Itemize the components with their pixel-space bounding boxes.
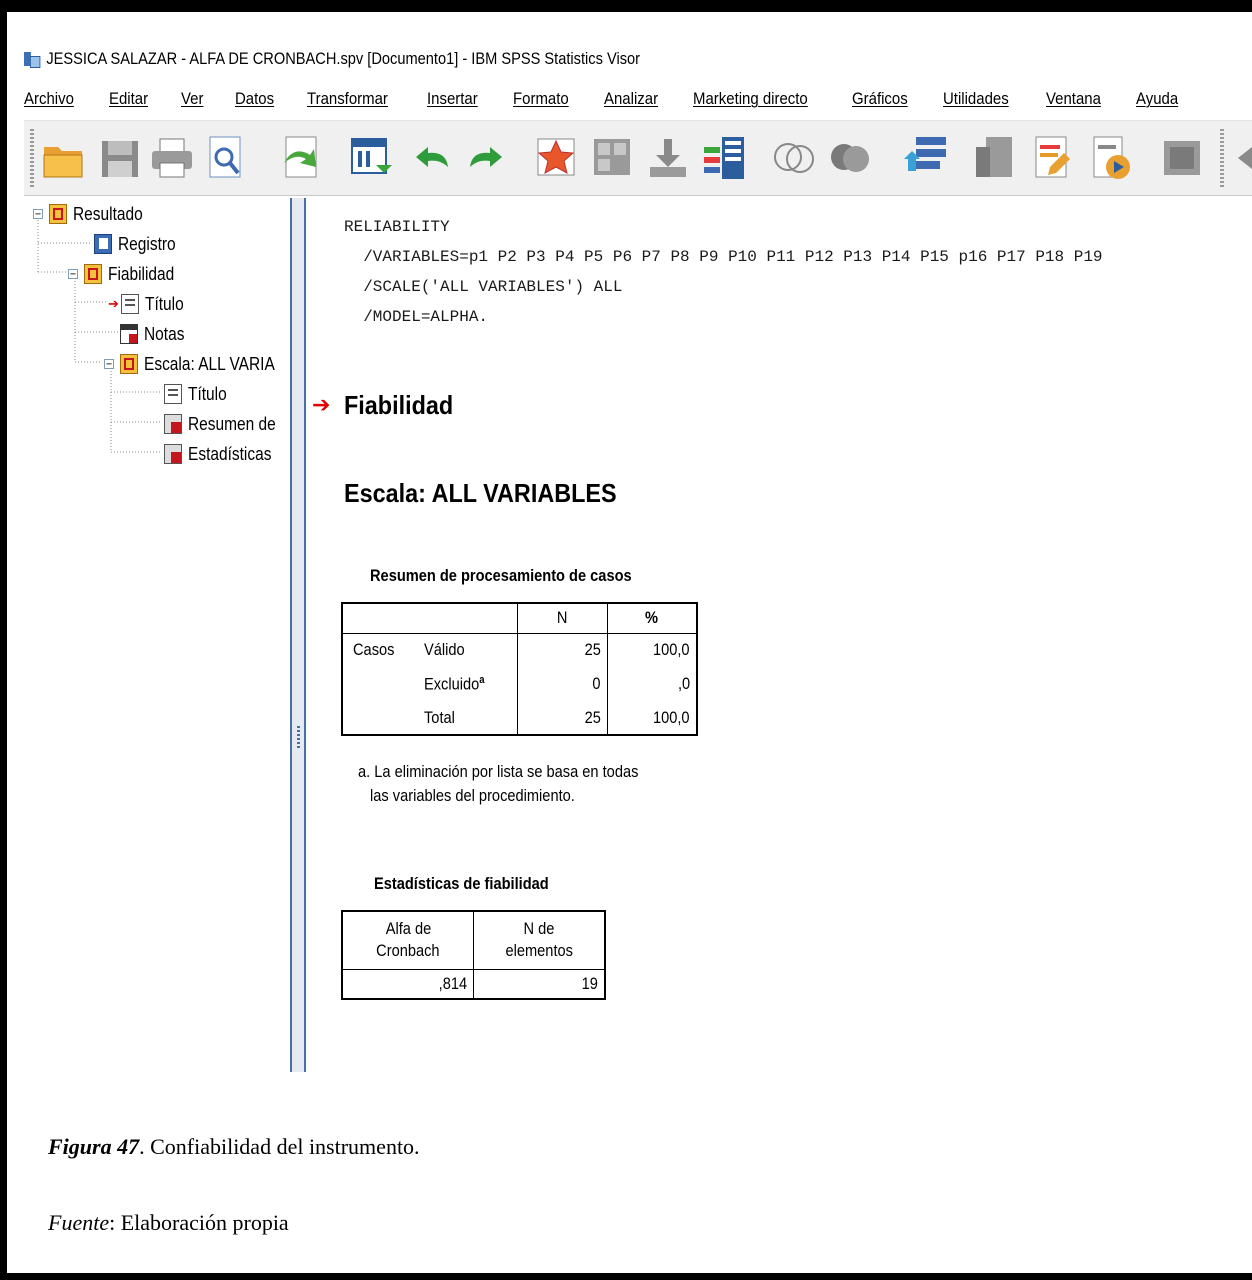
notes-icon	[120, 324, 138, 344]
value-labels-icon[interactable]	[700, 133, 748, 183]
menu-bar: Archivo Editar Ver Datos Transformar Ins…	[24, 84, 1252, 114]
scale-heading: Escala: ALL VARIABLES	[344, 478, 617, 508]
tree-node-titulo-escala[interactable]: Título	[164, 380, 233, 408]
menu-editar[interactable]: Editar	[109, 89, 148, 109]
window-title: JESSICA SALAZAR - ALFA DE CRONBACH.spv […	[46, 49, 641, 68]
tree-node-notas[interactable]: Notas	[120, 320, 191, 348]
table-header-row: N %	[342, 603, 697, 634]
table-row: Casos Válido 25 100,0	[342, 633, 697, 667]
goto-data-icon[interactable]	[346, 133, 394, 183]
selected-arrow-icon: ➔	[108, 296, 119, 311]
menu-archivo[interactable]: Archivo	[24, 89, 74, 109]
case-summary-footnote: a. La eliminación por lista se basa en t…	[358, 762, 639, 805]
source-caption: Fuente: Elaboración propia	[48, 1210, 289, 1235]
insert-output-icon[interactable]	[1028, 133, 1076, 183]
menu-formato[interactable]: Formato	[513, 89, 569, 109]
collapse-icon[interactable]	[1230, 133, 1252, 183]
tree-node-estadisticas[interactable]: Estadísticas	[164, 440, 285, 468]
output-book-icon	[120, 354, 138, 374]
collapse-toggle-icon[interactable]: −	[68, 269, 78, 280]
use-sets-icon[interactable]	[770, 133, 818, 183]
reliability-stats-title: Estadísticas de fiabilidad	[374, 874, 549, 893]
open-icon[interactable]	[40, 133, 88, 183]
menu-ver[interactable]: Ver	[181, 89, 203, 109]
syntax-line: /SCALE('ALL VARIABLES') ALL	[344, 278, 623, 296]
output-book-icon	[84, 264, 102, 284]
undo-icon[interactable]	[408, 133, 456, 183]
redo-icon[interactable]	[462, 133, 510, 183]
collapse-toggle-icon[interactable]: −	[33, 209, 43, 220]
pivot-table-icon	[164, 414, 182, 434]
tree-node-titulo[interactable]: ➔ Título	[108, 290, 190, 318]
spelling-icon[interactable]	[902, 133, 950, 183]
tree-node-resultado[interactable]: − Resultado	[33, 200, 154, 228]
window-titlebar: JESSICA SALAZAR - ALFA DE CRONBACH.spv […	[24, 44, 1080, 74]
output-content-pane: RELIABILITY /VARIABLES=p1 P2 P3 P4 P5 P6…	[306, 198, 1252, 1072]
title-icon	[120, 294, 139, 314]
menu-transformar[interactable]: Transformar	[307, 89, 388, 109]
toolbar	[24, 120, 1252, 196]
syntax-line: RELIABILITY	[344, 218, 450, 236]
figure-caption: Figura 47. Confiabilidad del instrumento…	[48, 1134, 420, 1159]
table-header-row: Alfa de Cronbach N de elementos	[342, 911, 605, 970]
print-preview-icon[interactable]	[202, 133, 250, 183]
menu-ayuda[interactable]: Ayuda	[1136, 89, 1178, 109]
menu-insertar[interactable]: Insertar	[427, 89, 478, 109]
menu-graficos[interactable]: Gráficos	[852, 89, 908, 109]
variables-icon[interactable]	[644, 133, 692, 183]
print-icon[interactable]	[148, 133, 196, 183]
tree-node-fiabilidad[interactable]: − Fiabilidad	[68, 260, 185, 288]
table-row: ,814 19	[342, 969, 605, 999]
export-icon[interactable]	[276, 133, 324, 183]
insert-script-icon[interactable]	[1158, 133, 1206, 183]
syntax-line: /VARIABLES=p1 P2 P3 P4 P5 P6 P7 P8 P9 P1…	[344, 248, 1103, 266]
goto-variable-icon[interactable]	[588, 133, 636, 183]
collapse-toggle-icon[interactable]: −	[104, 359, 114, 370]
current-item-arrow-icon: ➔	[312, 392, 331, 417]
goto-case-icon[interactable]	[532, 133, 580, 183]
insert-text-icon[interactable]	[1086, 133, 1134, 183]
tree-node-escala[interactable]: − Escala: ALL VARIA	[104, 350, 296, 378]
case-summary-title: Resumen de procesamiento de casos	[370, 566, 632, 585]
syntax-line: /MODEL=ALPHA.	[344, 308, 489, 326]
designate-window-icon[interactable]	[970, 133, 1018, 183]
menu-datos[interactable]: Datos	[235, 89, 274, 109]
pivot-table-icon	[164, 444, 182, 464]
toolbar-grip[interactable]	[30, 129, 34, 187]
spss-app-icon	[24, 50, 41, 68]
save-icon[interactable]	[96, 133, 144, 183]
case-summary-table[interactable]: N % Casos Válido 25 100,0 Excluidoa 0 ,0…	[341, 602, 698, 736]
menu-utilidades[interactable]: Utilidades	[943, 89, 1009, 109]
menu-ventana[interactable]: Ventana	[1046, 89, 1101, 109]
log-icon	[94, 234, 112, 254]
procedure-heading: Fiabilidad	[344, 390, 454, 420]
menu-analizar[interactable]: Analizar	[604, 89, 658, 109]
menu-marketing-directo[interactable]: Marketing directo	[693, 89, 808, 109]
output-book-icon	[49, 204, 67, 224]
outline-pane: − Resultado Registro − Fiabilidad ➔ Títu…	[24, 198, 291, 1072]
tree-node-registro[interactable]: Registro	[94, 230, 185, 258]
tree-node-resumen[interactable]: Resumen de	[164, 410, 290, 438]
reliability-stats-table[interactable]: Alfa de Cronbach N de elementos ,814 19	[341, 910, 606, 1000]
title-icon	[164, 384, 182, 404]
show-all-variables-icon[interactable]	[826, 133, 874, 183]
pane-splitter[interactable]	[290, 198, 306, 1072]
syntax-block: RELIABILITY /VARIABLES=p1 P2 P3 P4 P5 P6…	[344, 212, 1103, 332]
table-row: Excluidoa 0 ,0	[342, 667, 697, 701]
table-row: Total 25 100,0	[342, 701, 697, 735]
toolbar-separator	[1220, 129, 1224, 187]
